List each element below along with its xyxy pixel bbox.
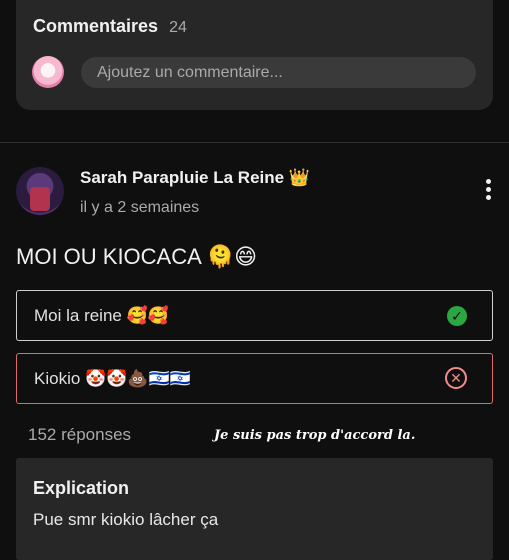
comment-input[interactable]: Ajoutez un commentaire... bbox=[81, 57, 476, 88]
x-circle-icon: ✕ bbox=[445, 367, 467, 389]
poll-option-correct[interactable]: Moi la reine 🥰🥰 ✓ bbox=[16, 290, 493, 341]
overlay-caption: Je suis pas trop d'accord la. bbox=[214, 428, 416, 443]
explanation-card: Explication Pue smr kiokio lâcher ça bbox=[16, 458, 493, 560]
poll-option-label: Kiokio 🤡🤡💩🇮🇱🇮🇱 bbox=[34, 369, 191, 388]
comments-header: Commentaires 24 bbox=[33, 16, 187, 37]
response-count: 152 réponses bbox=[28, 425, 132, 444]
comments-title: Commentaires bbox=[33, 16, 159, 36]
comments-count: 24 bbox=[169, 19, 187, 36]
divider bbox=[0, 142, 509, 143]
explanation-title: Explication bbox=[33, 478, 130, 498]
poll-question: MOI OU KIOCACA 🫠😄 bbox=[16, 244, 258, 269]
poll-option-label: Moi la reine 🥰🥰 bbox=[34, 306, 169, 325]
author-name[interactable]: Sarah Parapluie La Reine 👑 bbox=[80, 168, 310, 188]
check-circle-icon: ✓ bbox=[447, 306, 467, 326]
comments-panel[interactable]: Commentaires 24 Ajoutez un commentaire..… bbox=[16, 0, 493, 110]
poll-option-wrong[interactable]: Kiokio 🤡🤡💩🇮🇱🇮🇱 ✕ bbox=[16, 353, 493, 404]
explanation-text: Pue smr kiokio lâcher ça bbox=[33, 510, 219, 529]
post-timestamp: il y a 2 semaines bbox=[80, 199, 200, 216]
user-avatar bbox=[32, 56, 64, 88]
author-avatar[interactable] bbox=[16, 167, 64, 215]
more-options-icon[interactable] bbox=[478, 179, 498, 205]
